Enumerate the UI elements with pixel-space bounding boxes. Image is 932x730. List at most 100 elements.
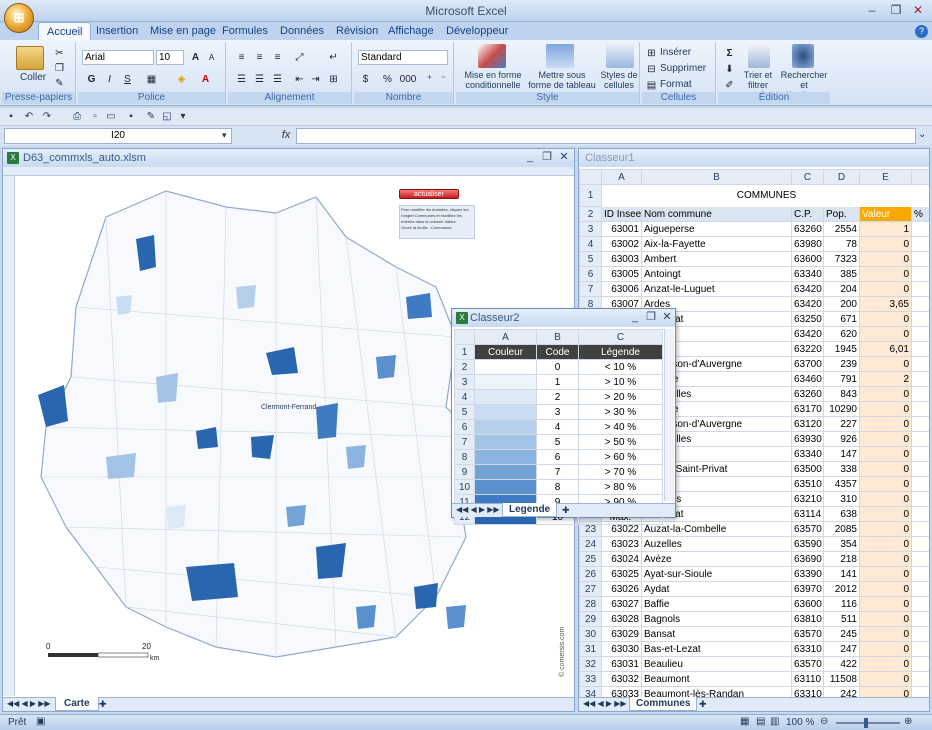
cell-cp[interactable]: 63114 xyxy=(791,506,824,522)
legend-color-swatch[interactable] xyxy=(474,419,537,435)
row-header[interactable]: 7 xyxy=(454,434,475,450)
cell-name[interactable]: Aydat xyxy=(641,581,792,597)
actualiser-button[interactable]: actualiser xyxy=(399,189,459,199)
cell-cp[interactable]: 63590 xyxy=(791,536,824,552)
cell-id[interactable]: 63030 xyxy=(601,641,642,657)
macro-record-icon[interactable]: ▣ xyxy=(36,716,45,727)
cell-cp[interactable]: 63460 xyxy=(791,371,824,387)
cell-percent[interactable] xyxy=(911,266,929,282)
fill-icon[interactable]: ⬇ xyxy=(722,62,737,77)
legend-close-button[interactable]: ✕ xyxy=(660,310,674,324)
row-header[interactable]: 30 xyxy=(579,626,602,642)
cell-valeur[interactable]: 0 xyxy=(859,671,912,687)
header-id[interactable]: ID Insee xyxy=(601,206,642,222)
cell-valeur[interactable]: 0 xyxy=(859,266,912,282)
col-header-f[interactable] xyxy=(911,169,929,185)
open-icon[interactable]: ▭ xyxy=(104,110,118,124)
cell-pop[interactable]: 338 xyxy=(823,461,860,477)
legend-code[interactable]: 7 xyxy=(536,464,579,480)
cell-percent[interactable] xyxy=(911,611,929,627)
normal-view-icon[interactable]: ▦ xyxy=(740,716,749,727)
align-left-icon[interactable]: ☰ xyxy=(234,72,249,87)
row-header[interactable]: 26 xyxy=(579,566,602,582)
format-as-table-icon[interactable] xyxy=(546,44,574,68)
cell-valeur[interactable]: 0 xyxy=(859,536,912,552)
cell-pop[interactable]: 843 xyxy=(823,386,860,402)
cell-pop[interactable]: 2012 xyxy=(823,581,860,597)
cell-pop[interactable]: 147 xyxy=(823,446,860,462)
cell-pop[interactable]: 227 xyxy=(823,416,860,432)
legend-restore-button[interactable]: ❐ xyxy=(644,310,658,324)
cell-id[interactable]: 63028 xyxy=(601,611,642,627)
cell-cp[interactable]: 63510 xyxy=(791,476,824,492)
tab-insertion[interactable]: Insertion xyxy=(88,22,146,40)
cell-valeur[interactable]: 6,01 xyxy=(859,341,912,357)
cell-percent[interactable] xyxy=(911,431,929,447)
sort-filter-icon[interactable] xyxy=(748,44,770,68)
row-header[interactable]: 3 xyxy=(454,374,475,390)
zoom-out-icon[interactable]: ⊖ xyxy=(820,716,828,727)
cell-pop[interactable]: 78 xyxy=(823,236,860,252)
legend-label[interactable]: > 30 % xyxy=(578,404,663,420)
cell-valeur[interactable]: 0 xyxy=(859,236,912,252)
cell-id[interactable]: 63006 xyxy=(601,281,642,297)
col-header-e[interactable]: E xyxy=(859,169,912,185)
cell-valeur[interactable]: 0 xyxy=(859,521,912,537)
decrease-decimal-icon[interactable]: ⁻ xyxy=(436,72,451,87)
cell-id[interactable]: 63031 xyxy=(601,656,642,672)
autosum-button[interactable]: Σ xyxy=(722,46,737,61)
row-header[interactable]: 5 xyxy=(579,251,602,267)
cell-name[interactable]: Aix-la-Fayette xyxy=(641,236,792,252)
cell-id[interactable]: 63005 xyxy=(601,266,642,282)
zoom-in-icon[interactable]: ⊕ xyxy=(904,716,912,727)
row-header[interactable]: 27 xyxy=(579,581,602,597)
underline-button[interactable]: S xyxy=(120,72,135,87)
map-close-button[interactable]: ✕ xyxy=(557,150,571,164)
row-header[interactable]: 32 xyxy=(579,656,602,672)
cell-percent[interactable] xyxy=(911,446,929,462)
legend-label[interactable]: > 10 % xyxy=(578,374,663,390)
legend-label[interactable]: > 80 % xyxy=(578,479,663,495)
zoom-level[interactable]: 100 % xyxy=(786,717,814,728)
cell-id[interactable]: 63002 xyxy=(601,236,642,252)
row-header[interactable]: 5 xyxy=(454,404,475,420)
cut-icon[interactable]: ✂ xyxy=(52,46,67,61)
cell-percent[interactable] xyxy=(911,356,929,372)
legend-code[interactable]: 5 xyxy=(536,434,579,450)
cell-valeur[interactable]: 0 xyxy=(859,596,912,612)
cell-pop[interactable]: 2085 xyxy=(823,521,860,537)
cell-percent[interactable] xyxy=(911,371,929,387)
col-header-b[interactable]: B xyxy=(641,169,792,185)
cell-name[interactable]: Ambert xyxy=(641,251,792,267)
map-restore-button[interactable]: ❐ xyxy=(540,150,554,164)
legend-color-swatch[interactable] xyxy=(474,479,537,495)
cell-valeur[interactable]: 0 xyxy=(859,551,912,567)
cell-cp[interactable]: 63970 xyxy=(791,581,824,597)
cell-name[interactable]: Auzelles xyxy=(641,536,792,552)
sheet-nav-arrows[interactable]: ◀◀ ◀ ▶ ▶▶ xyxy=(7,699,51,708)
cell-pop[interactable]: 247 xyxy=(823,641,860,657)
accounting-icon[interactable]: $ xyxy=(358,72,373,87)
cell-percent[interactable] xyxy=(911,506,929,522)
sheet-nav-arrows[interactable]: ◀◀ ◀ ▶ ▶▶ xyxy=(583,699,627,708)
cell-id[interactable]: 63023 xyxy=(601,536,642,552)
legend-header-couleur[interactable]: Couleur xyxy=(474,344,537,360)
cell-percent[interactable] xyxy=(911,281,929,297)
save-icon[interactable]: ▪ xyxy=(4,110,18,124)
header-cp[interactable]: C.P. xyxy=(791,206,824,222)
save-as-icon[interactable]: ▪ xyxy=(124,110,138,124)
cell-id[interactable]: 63003 xyxy=(601,251,642,267)
cell-percent[interactable] xyxy=(911,521,929,537)
font-size-select[interactable]: 10 xyxy=(156,50,184,65)
col-header-b[interactable]: B xyxy=(536,329,579,345)
legend-color-swatch[interactable] xyxy=(474,464,537,480)
cell-percent[interactable] xyxy=(911,581,929,597)
cell-cp[interactable]: 63980 xyxy=(791,236,824,252)
office-button[interactable]: ⊞ xyxy=(4,3,34,33)
legend-code[interactable]: 1 xyxy=(536,374,579,390)
cell-percent[interactable] xyxy=(911,566,929,582)
cell-valeur[interactable]: 0 xyxy=(859,356,912,372)
cell-pop[interactable]: 422 xyxy=(823,656,860,672)
cell-percent[interactable] xyxy=(911,491,929,507)
legend-color-swatch[interactable] xyxy=(474,359,537,375)
